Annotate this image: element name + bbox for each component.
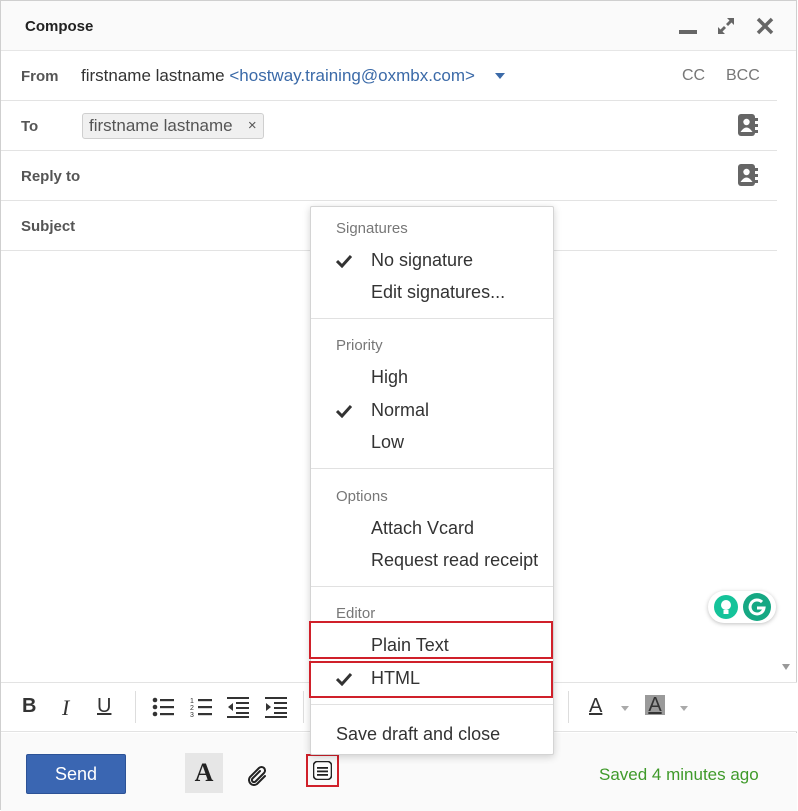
reply-to-row: Reply to [1, 151, 777, 201]
priority-heading: Priority [336, 337, 383, 354]
indent-icon[interactable] [265, 696, 287, 718]
toolbar-divider [135, 691, 136, 723]
bold-button[interactable]: B [22, 695, 36, 718]
menu-divider [311, 468, 553, 469]
svg-text:1: 1 [190, 698, 194, 705]
toolbar-divider [568, 691, 569, 723]
saved-status: Saved 4 minutes ago [599, 765, 759, 784]
html-highlight-box [309, 661, 553, 698]
svg-text:3: 3 [190, 712, 194, 718]
save-draft-and-close-item[interactable]: Save draft and close [336, 724, 500, 745]
recipient-chip[interactable]: firstname lastname × [82, 113, 264, 139]
checkmark-icon [336, 254, 352, 268]
remove-recipient-icon[interactable]: × [248, 114, 257, 138]
chevron-down-icon[interactable] [621, 706, 629, 711]
lightbulb-icon[interactable] [714, 595, 738, 619]
menu-divider [311, 586, 553, 587]
underline-button[interactable]: U [97, 695, 111, 718]
plain-text-highlight-box [309, 621, 553, 659]
from-name: firstname lastname [81, 66, 225, 85]
options-dropdown-menu: Signatures No signature Edit signatures.… [309, 206, 554, 755]
background-color-button[interactable]: A [645, 695, 665, 715]
from-email: <hostway.training@oxmbx.com> [229, 66, 475, 85]
from-selector[interactable]: firstname lastname <hostway.training@oxm… [81, 66, 475, 86]
minimize-icon[interactable] [677, 15, 699, 37]
font-color-button[interactable]: A [589, 695, 602, 718]
formatting-toggle-button[interactable]: A [185, 753, 223, 793]
reply-to-label: Reply to [21, 168, 81, 185]
menu-item-label: Attach Vcard [371, 518, 475, 538]
title-bar: Compose [1, 1, 796, 51]
menu-item-priority-low[interactable]: Low [311, 428, 553, 458]
menu-item-label: Edit signatures... [371, 282, 506, 302]
menu-item-label: Request read receipt [371, 550, 539, 570]
paperclip-icon[interactable] [246, 763, 270, 787]
menu-item-read-receipt[interactable]: Request read receipt [311, 546, 553, 576]
menu-item-no-signature[interactable]: No signature [311, 246, 553, 276]
checkmark-icon [336, 404, 352, 418]
menu-item-edit-signatures[interactable]: Edit signatures... [311, 278, 553, 308]
menu-item-attach-vcard[interactable]: Attach Vcard [311, 514, 553, 544]
from-row: From firstname lastname <hostway.trainin… [1, 51, 777, 101]
grammarly-widget[interactable] [708, 591, 776, 623]
outdent-icon[interactable] [227, 696, 249, 718]
more-options-button[interactable] [306, 754, 339, 787]
grammarly-icon[interactable] [743, 593, 771, 621]
from-label: From [21, 68, 59, 85]
window-title: Compose [25, 18, 94, 35]
expand-icon[interactable] [715, 15, 737, 37]
svg-text:2: 2 [190, 705, 194, 712]
italic-button[interactable]: I [62, 695, 69, 721]
close-icon[interactable] [754, 15, 776, 37]
editor-heading: Editor [336, 605, 376, 622]
numbered-list-icon[interactable]: 1 2 3 [190, 696, 212, 718]
subject-label: Subject [21, 218, 76, 235]
toolbar-divider [303, 691, 304, 723]
signatures-heading: Signatures [336, 220, 408, 237]
menu-item-priority-high[interactable]: High [311, 363, 553, 393]
address-book-icon[interactable] [737, 113, 759, 137]
menu-item-label: Normal [371, 400, 430, 420]
menu-divider [311, 318, 553, 319]
menu-item-label: High [371, 367, 409, 387]
options-heading: Options [336, 488, 388, 505]
to-label: To [21, 118, 39, 135]
send-button[interactable]: Send [26, 754, 126, 794]
bulleted-list-icon[interactable] [152, 696, 174, 718]
scroll-down-icon[interactable] [782, 664, 790, 670]
menu-item-label: No signature [371, 250, 474, 270]
address-book-icon[interactable] [737, 163, 759, 187]
recipient-name: firstname lastname [89, 116, 233, 135]
bcc-link[interactable]: BCC [726, 67, 760, 85]
compose-window: Compose From firstname lastname <hostway… [0, 0, 797, 811]
menu-item-priority-normal[interactable]: Normal [311, 396, 553, 426]
chevron-down-icon[interactable] [680, 706, 688, 711]
cc-link[interactable]: CC [682, 67, 705, 85]
chevron-down-icon[interactable] [495, 73, 505, 79]
to-row: To firstname lastname × [1, 101, 777, 151]
menu-item-label: Low [371, 432, 405, 452]
menu-icon [313, 761, 332, 780]
menu-divider [311, 704, 553, 705]
